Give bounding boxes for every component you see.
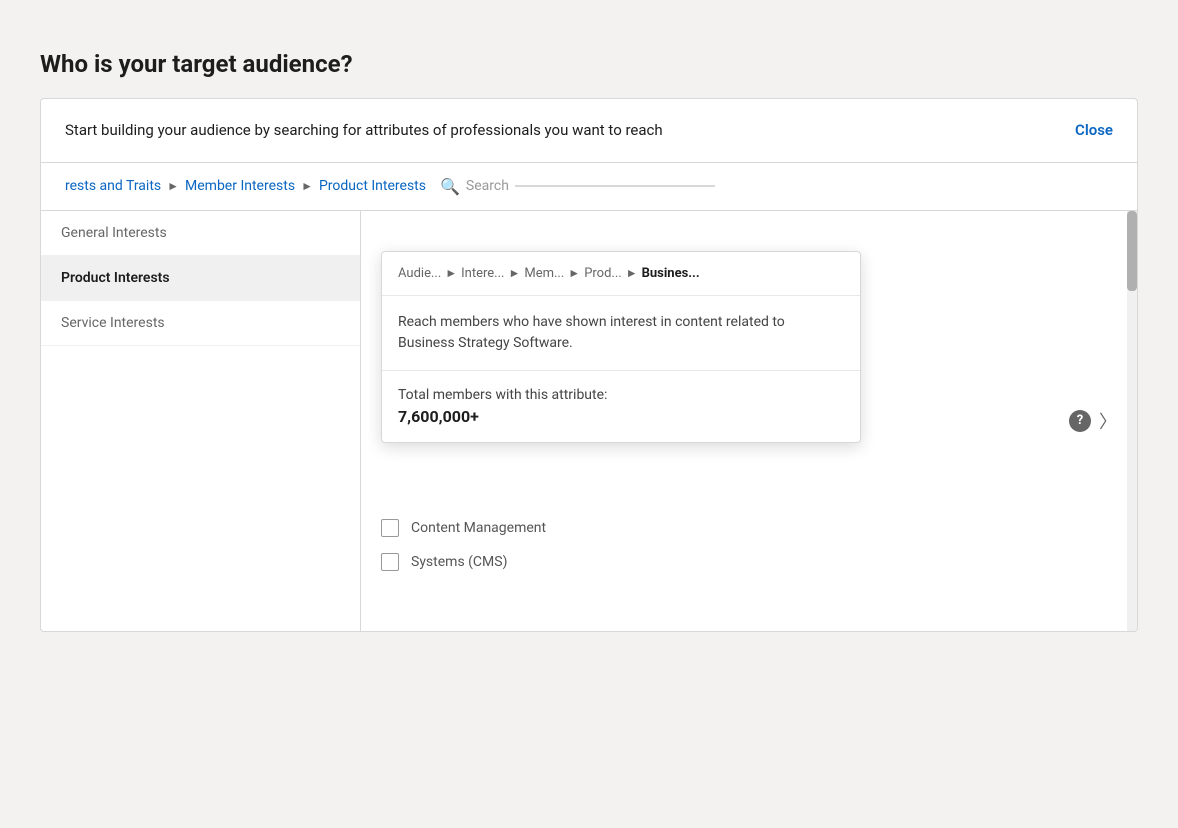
breadcrumb-bar: rests and Traits ► Member Interests ► Pr… bbox=[41, 163, 1137, 211]
tooltip-description: Reach members who have shown interest in… bbox=[382, 296, 860, 371]
tooltip-popup: Audie... ► Intere... ► Mem... ► Prod... … bbox=[381, 251, 861, 443]
item-label-cms1: Content Management bbox=[411, 520, 546, 536]
tooltip-sep-3: ► bbox=[568, 266, 580, 280]
tooltip-breadcrumb: Audie... ► Intere... ► Mem... ► Prod... … bbox=[382, 252, 860, 296]
tooltip-sep-2: ► bbox=[508, 266, 520, 280]
tooltip-stats: Total members with this attribute: 7,600… bbox=[382, 371, 860, 442]
tooltip-bc-audie: Audie... bbox=[398, 266, 441, 281]
main-card: Start building your audience by searchin… bbox=[40, 98, 1138, 632]
breadcrumb-sep-1: ► bbox=[167, 179, 179, 193]
sidebar-item-general[interactable]: General Interests bbox=[41, 211, 360, 256]
tooltip-bc-mem: Mem... bbox=[524, 266, 564, 281]
search-underline bbox=[515, 185, 715, 187]
item-checkbox-cms2[interactable] bbox=[381, 553, 399, 571]
chevron-right-icon[interactable]: 〉 bbox=[1099, 408, 1117, 434]
tooltip-bc-prod: Prod... bbox=[584, 266, 622, 281]
page-wrapper: Who is your target audience? Start build… bbox=[20, 20, 1158, 808]
scrollbar-thumb[interactable] bbox=[1127, 211, 1137, 291]
item-label-cms2: Systems (CMS) bbox=[411, 554, 507, 570]
content-area: General Interests Product Interests Serv… bbox=[41, 211, 1137, 631]
search-area: 🔍 Search bbox=[440, 177, 715, 196]
sidebar: General Interests Product Interests Serv… bbox=[41, 211, 361, 631]
breadcrumb-item-member[interactable]: Member Interests bbox=[185, 178, 295, 194]
right-items: Content Management Systems (CMS) bbox=[361, 501, 1137, 589]
breadcrumb-sep-2: ► bbox=[301, 179, 313, 193]
list-item: Systems (CMS) bbox=[381, 545, 1117, 579]
tooltip-stats-label: Total members with this attribute: bbox=[398, 387, 844, 403]
breadcrumb-item-interests[interactable]: rests and Traits bbox=[65, 178, 161, 194]
tooltip-bc-intere: Intere... bbox=[461, 266, 504, 281]
tooltip-sep-4: ► bbox=[626, 266, 638, 280]
breadcrumb-item-product[interactable]: Product Interests bbox=[319, 178, 426, 194]
main-content: Audie... ► Intere... ► Mem... ► Prod... … bbox=[361, 211, 1137, 631]
close-button[interactable]: Close bbox=[1075, 121, 1113, 139]
search-placeholder-text: Search bbox=[466, 178, 509, 194]
sidebar-item-service[interactable]: Service Interests bbox=[41, 301, 360, 346]
tooltip-sep-1: ► bbox=[445, 266, 457, 280]
help-icon[interactable]: ? bbox=[1069, 410, 1091, 432]
item-checkbox-cms[interactable] bbox=[381, 519, 399, 537]
header-description: Start building your audience by searchin… bbox=[65, 119, 663, 142]
tooltip-desc-text: Reach members who have shown interest in… bbox=[398, 314, 785, 351]
search-icon: 🔍 bbox=[440, 177, 460, 196]
tooltip-bc-busines: Busines... bbox=[642, 266, 700, 281]
scrollbar-track bbox=[1127, 211, 1137, 631]
list-item: Content Management bbox=[381, 511, 1117, 545]
card-header: Start building your audience by searchin… bbox=[41, 99, 1137, 163]
sidebar-item-product[interactable]: Product Interests bbox=[41, 256, 360, 301]
nav-arrow-area: ? 〉 bbox=[1069, 408, 1117, 434]
tooltip-stats-count: 7,600,000+ bbox=[398, 407, 844, 426]
page-title: Who is your target audience? bbox=[40, 50, 1138, 78]
